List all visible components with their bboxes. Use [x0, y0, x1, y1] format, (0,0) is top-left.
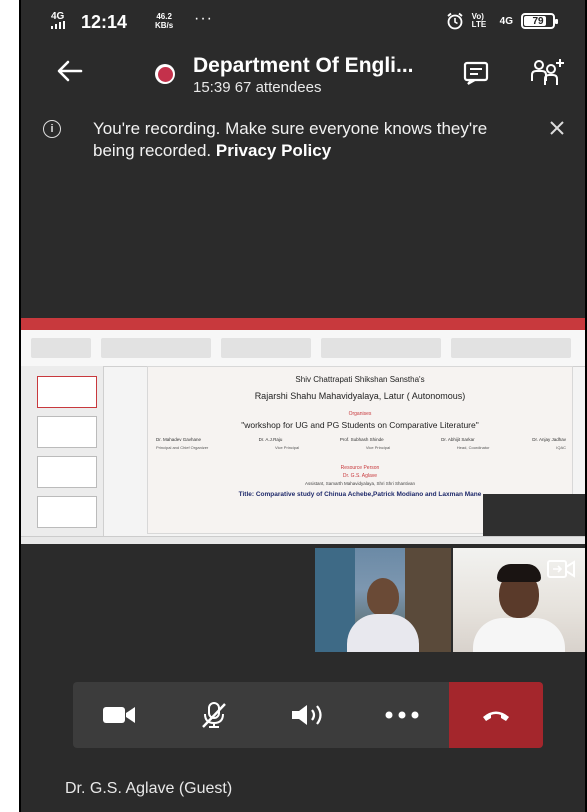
recording-indicator-icon [155, 64, 175, 84]
ribbon-group [221, 338, 311, 358]
slide-role: Head, Coordinator [456, 445, 490, 450]
slide-line-4: "workshop for UG and PG Students on Comp… [241, 420, 479, 430]
clock: 12:14 [81, 12, 128, 32]
presenter-video-placeholder [483, 494, 585, 542]
banner-text: You're recording. Make sure everyone kno… [93, 118, 533, 162]
video-camera-icon [103, 707, 135, 723]
back-arrow-icon [57, 60, 83, 82]
slide-person: Dr. Anjay Jadhav [532, 437, 566, 442]
slide-line-6: Resource Person [340, 465, 380, 471]
signal-indicator: 4G [51, 12, 67, 31]
info-icon: i [43, 120, 61, 138]
slide-person: Dr. Abhijit Sarkar [441, 437, 475, 442]
meeting-duration: 15:39 [193, 79, 231, 96]
slide-line-7: Dr. G.S. Aglave [342, 473, 378, 479]
microphone-off-icon [202, 702, 226, 728]
camera-button[interactable] [73, 682, 167, 748]
more-options-button[interactable] [355, 682, 449, 748]
battery-level: 79 [532, 15, 544, 27]
network-speed: 46.2 KB/s [155, 12, 173, 30]
participant-video-1[interactable] [315, 548, 451, 652]
slide-line-1: Shiv Chattrapati Shikshan Sanstha's [295, 375, 425, 384]
participant-video-2[interactable] [453, 548, 585, 652]
slide-role: Principal and Chief Organizer [156, 445, 209, 450]
shared-screen: Shiv Chattrapati Shikshan Sanstha's Raja… [21, 318, 585, 544]
slide-roles-row: Principal and Chief Organizer Vice Princ… [156, 445, 566, 450]
attendee-count: 67 attendees [234, 79, 322, 96]
ribbon-group [451, 338, 571, 358]
left-border [0, 0, 21, 812]
ribbon-group [321, 338, 441, 358]
status-bar: 4G 12:14 46.2 KB/s ··· Vo) LTE 4G 79 [21, 0, 585, 42]
slide-thumbnail[interactable] [37, 376, 97, 408]
chat-icon[interactable] [463, 61, 489, 85]
participant-body [473, 618, 565, 652]
slide-person: Dr. Mahadev Gavhane [156, 437, 202, 442]
close-icon [550, 121, 564, 135]
recording-banner: i You're recording. Make sure everyone k… [21, 112, 585, 172]
participant-face [367, 578, 399, 616]
speed-value: 46.2 [156, 12, 172, 21]
speed-unit: KB/s [155, 21, 174, 30]
teams-meeting-screen: 4G 12:14 46.2 KB/s ··· Vo) LTE 4G 79 Dep… [21, 0, 585, 812]
signal-bars-icon [51, 21, 65, 29]
call-controls [73, 682, 543, 748]
slide-person: Dr. A.J.Raju [258, 437, 283, 442]
speaker-icon [292, 705, 322, 725]
slide-line-3: Organises [348, 411, 372, 417]
volte-indicator: Vo) LTE [471, 12, 487, 29]
privacy-policy-link[interactable]: Privacy Policy [216, 141, 331, 160]
battery-icon: 79 [521, 13, 558, 29]
alarm-icon [447, 12, 463, 30]
speaker-button[interactable] [261, 682, 355, 748]
hang-up-button[interactable] [449, 682, 543, 748]
more-notifications: ··· [194, 10, 213, 27]
participant-hair [497, 564, 541, 582]
switch-camera-icon[interactable] [547, 558, 575, 580]
slide-thumbnail[interactable] [37, 416, 97, 448]
mute-button[interactable] [167, 682, 261, 748]
app-titlebar [21, 318, 585, 330]
meeting-info: 15:39 67 attendees [193, 79, 321, 96]
slide-line-8: Assistant, Samarth Mahavidyalaya, Shri S… [304, 481, 416, 486]
status-right: Vo) LTE 4G 79 [446, 12, 558, 30]
slide-thumbnail[interactable] [37, 496, 97, 528]
ribbon-group [101, 338, 211, 358]
back-button[interactable] [57, 58, 83, 88]
more-dots-icon [385, 711, 419, 719]
slide-thumbnails [21, 366, 104, 538]
phone-hangup-icon [483, 711, 509, 721]
meeting-title[interactable]: Department Of Engli... [193, 54, 414, 78]
app-status-bar [21, 536, 585, 544]
slide-role: IQAC [556, 445, 566, 450]
slide-people-row: Dr. Mahadev Gavhane Dr. A.J.Raju Prof. S… [156, 437, 566, 442]
ribbon-group [31, 338, 91, 358]
meeting-header: Department Of Engli... 15:39 67 attendee… [21, 44, 585, 106]
screenshot-frame: 4G 12:14 46.2 KB/s ··· Vo) LTE 4G 79 Dep… [0, 0, 587, 812]
app-ribbon [21, 330, 585, 367]
slide-role: Vice Principal [365, 445, 391, 450]
slide-line-2: Rajarshi Shahu Mahavidyalaya, Latur ( Au… [254, 391, 466, 401]
participant-name: Dr. G.S. Aglave (Guest) [65, 780, 233, 797]
participants-icon[interactable] [530, 57, 566, 87]
slide-thumbnail[interactable] [37, 456, 97, 488]
right-network-type: 4G [499, 15, 513, 27]
slide-role: Vice Principal [274, 445, 300, 450]
close-banner-button[interactable] [549, 116, 565, 142]
slide-person: Prof. Subhash Shinde [339, 437, 384, 442]
